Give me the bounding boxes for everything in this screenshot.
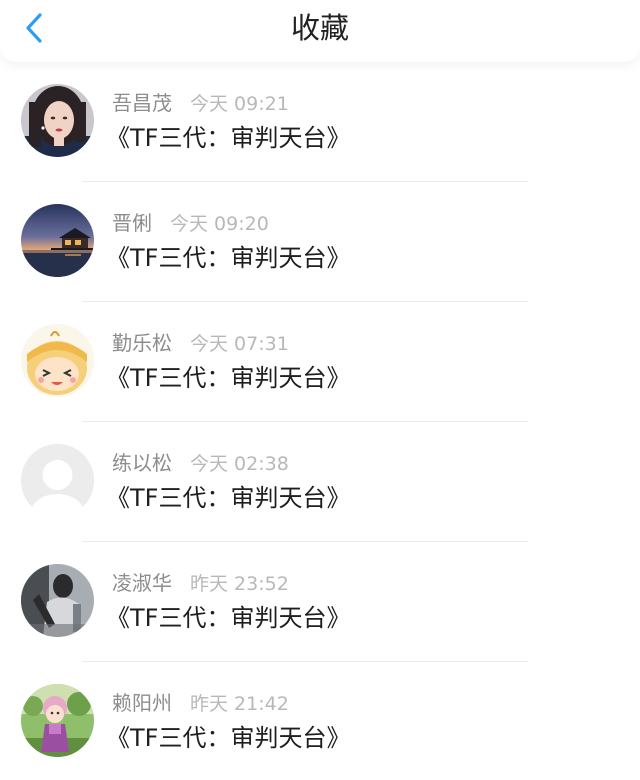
avatar[interactable] xyxy=(21,444,94,517)
list-item[interactable]: 勤乐松 今天 07:31 《TF三代：审判天台》 xyxy=(0,302,640,422)
item-meta: 勤乐松 今天 07:31 xyxy=(112,330,289,356)
timestamp: 昨天 23:52 xyxy=(190,573,289,595)
timestamp: 今天 09:20 xyxy=(170,213,269,235)
user-name[interactable]: 晋俐 xyxy=(112,210,152,236)
header-bar: 收藏 xyxy=(0,0,640,62)
user-name[interactable]: 吾昌茂 xyxy=(112,90,172,116)
sunset-villa-avatar-image xyxy=(21,204,94,277)
user-name[interactable]: 凌淑华 xyxy=(112,570,172,596)
user-name[interactable]: 赖阳州 xyxy=(112,690,172,716)
favorite-title[interactable]: 《TF三代：审判天台》 xyxy=(106,240,350,276)
list-item[interactable]: 晋俐 今天 09:20 《TF三代：审判天台》 xyxy=(0,182,640,302)
item-meta: 凌淑华 昨天 23:52 xyxy=(112,570,289,596)
favorites-list: 吾昌茂 今天 09:21 《TF三代：审判天台》 晋俐 今天 09:20 《TF… xyxy=(0,62,640,780)
avatar[interactable] xyxy=(21,324,94,397)
favorite-title[interactable]: 《TF三代：审判天台》 xyxy=(106,600,350,636)
page-title: 收藏 xyxy=(290,11,349,45)
dark-figure-avatar-image xyxy=(21,564,94,637)
favorite-title[interactable]: 《TF三代：审判天台》 xyxy=(106,480,350,516)
user-name[interactable]: 练以松 xyxy=(112,450,172,476)
favorite-title[interactable]: 《TF三代：审判天台》 xyxy=(106,720,350,756)
timestamp: 今天 02:38 xyxy=(190,453,289,475)
cartoon-face-avatar-image xyxy=(21,324,94,397)
girl-portrait-avatar-image xyxy=(21,84,94,157)
item-meta: 晋俐 今天 09:20 xyxy=(112,210,269,236)
list-item[interactable]: 凌淑华 昨天 23:52 《TF三代：审判天台》 xyxy=(0,542,640,662)
item-meta: 吾昌茂 今天 09:21 xyxy=(112,90,289,116)
avatar[interactable] xyxy=(21,204,94,277)
favorite-title[interactable]: 《TF三代：审判天台》 xyxy=(106,120,350,156)
doll-garden-avatar-image xyxy=(21,684,94,757)
user-name[interactable]: 勤乐松 xyxy=(112,330,172,356)
favorite-title[interactable]: 《TF三代：审判天台》 xyxy=(106,360,350,396)
timestamp: 今天 09:21 xyxy=(190,93,289,115)
item-meta: 赖阳州 昨天 21:42 xyxy=(112,690,289,716)
avatar[interactable] xyxy=(21,684,94,757)
item-meta: 练以松 今天 02:38 xyxy=(112,450,289,476)
timestamp: 今天 07:31 xyxy=(190,333,289,355)
avatar[interactable] xyxy=(21,84,94,157)
list-item[interactable]: 赖阳州 昨天 21:42 《TF三代：审判天台》 xyxy=(0,662,640,780)
list-item[interactable]: 吾昌茂 今天 09:21 《TF三代：审判天台》 xyxy=(0,62,640,182)
default-user-avatar-image xyxy=(21,444,94,517)
timestamp: 昨天 21:42 xyxy=(190,693,289,715)
avatar[interactable] xyxy=(21,564,94,637)
list-item[interactable]: 练以松 今天 02:38 《TF三代：审判天台》 xyxy=(0,422,640,542)
favorites-screen: 收藏 吾昌茂 今天 09:21 《TF三代：审判天台》 晋俐 今天 09:20 … xyxy=(0,0,640,780)
